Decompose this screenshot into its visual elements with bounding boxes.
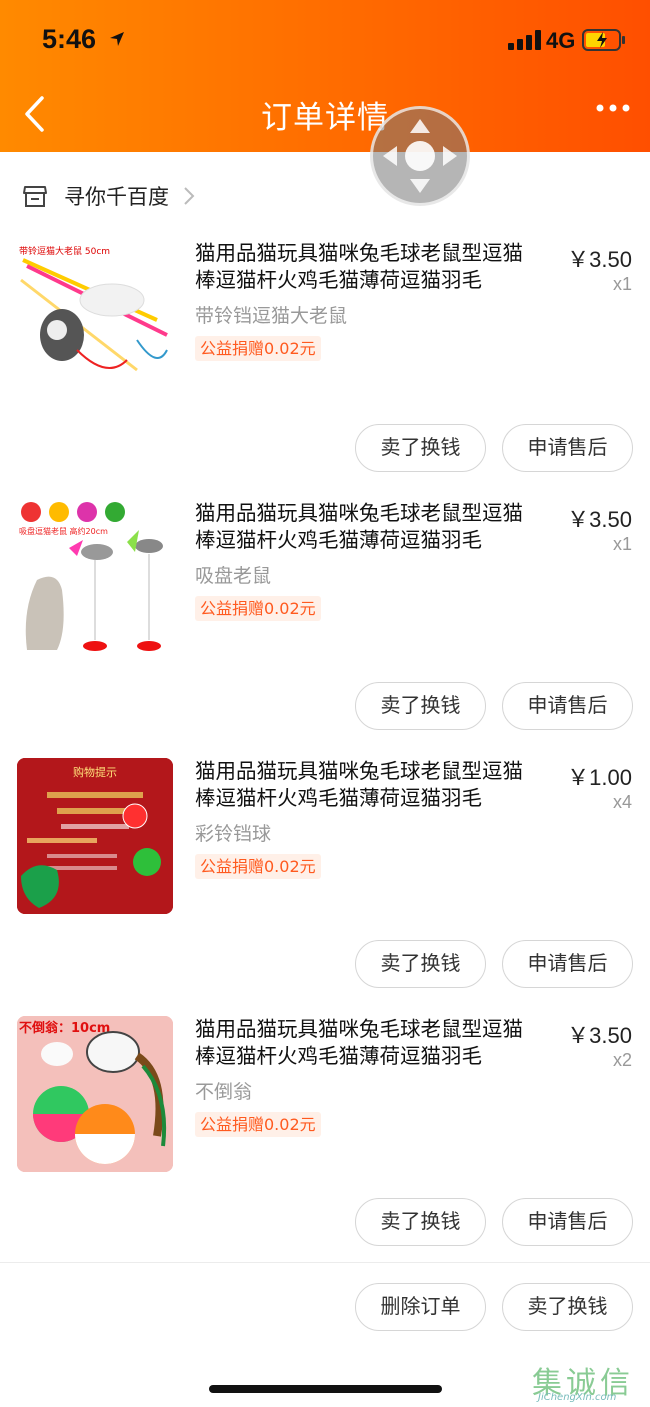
product-sku: 带铃铛逗猫大老鼠 <box>195 305 348 327</box>
after-sales-button[interactable]: 申请售后 <box>502 682 633 730</box>
chevron-right-icon <box>184 187 195 205</box>
home-indicator[interactable] <box>209 1385 442 1393</box>
dpad-icon <box>383 119 457 193</box>
status-time: 5:46 <box>42 24 97 54</box>
charity-badge: 公益捐赠0.02元 <box>195 1112 321 1137</box>
order-item[interactable]: 吸盘逗猫老鼠 高约20cm 猫用品猫玩具猫咪兔毛球老鼠型逗猫棒逗猫杆火鸡毛猫薄荷… <box>0 500 650 758</box>
after-sales-button[interactable]: 申请售后 <box>502 1198 633 1246</box>
product-title[interactable]: 猫用品猫玩具猫咪兔毛球老鼠型逗猫棒逗猫杆火鸡毛猫薄荷逗猫羽毛 <box>195 500 543 554</box>
order-item[interactable]: 带铃逗猫大老鼠 50cm 猫用品猫玩具猫咪兔毛球老鼠型逗猫棒逗猫杆火鸡毛猫薄荷逗… <box>0 240 650 498</box>
tumbler-toy-image: 不倒翁：10cm <box>17 1016 173 1172</box>
sell-for-cash-button[interactable]: 卖了换钱 <box>355 940 486 988</box>
sell-for-cash-button[interactable]: 卖了换钱 <box>502 1283 633 1331</box>
product-price: ￥3.50 <box>567 507 632 532</box>
product-title[interactable]: 猫用品猫玩具猫咪兔毛球老鼠型逗猫棒逗猫杆火鸡毛猫薄荷逗猫羽毛 <box>195 1016 543 1070</box>
product-thumbnail[interactable]: 购物提示 <box>17 758 173 914</box>
location-arrow-icon <box>110 32 124 46</box>
more-dots-icon[interactable] <box>596 103 630 113</box>
product-quantity: x1 <box>612 274 632 294</box>
signal-icon <box>508 30 541 50</box>
shop-row[interactable]: 寻你千百度 <box>22 176 195 216</box>
cat-teaser-mouse-image: 带铃逗猫大老鼠 50cm <box>17 240 173 396</box>
order-item[interactable]: 购物提示 猫用品猫玩具猫咪兔毛球老鼠型逗猫棒逗猫杆火鸡毛猫薄荷逗猫羽毛 彩铃铛球… <box>0 758 650 1016</box>
after-sales-button[interactable]: 申请售后 <box>502 424 633 472</box>
bell-ball-image: 购物提示 <box>17 758 173 914</box>
product-thumbnail[interactable]: 不倒翁：10cm <box>17 1016 173 1172</box>
sell-for-cash-button[interactable]: 卖了换钱 <box>355 424 486 472</box>
footer-divider <box>0 1262 650 1263</box>
thumb-caption: 购物提示 <box>73 765 117 779</box>
thumb-caption: 不倒翁：10cm <box>19 1020 110 1036</box>
after-sales-button[interactable]: 申请售后 <box>502 940 633 988</box>
sell-for-cash-button[interactable]: 卖了换钱 <box>355 1198 486 1246</box>
battery-icon <box>582 29 625 51</box>
charity-badge: 公益捐赠0.02元 <box>195 596 321 621</box>
product-sku: 不倒翁 <box>195 1081 253 1103</box>
product-sku: 吸盘老鼠 <box>195 565 272 587</box>
network-type: 4G <box>546 28 576 53</box>
delete-order-button[interactable]: 删除订单 <box>355 1283 486 1331</box>
product-thumbnail[interactable]: 带铃逗猫大老鼠 50cm <box>17 240 173 396</box>
product-quantity: x4 <box>612 792 632 812</box>
charity-badge: 公益捐赠0.02元 <box>195 336 321 361</box>
product-thumbnail[interactable]: 吸盘逗猫老鼠 高约20cm <box>17 500 173 656</box>
charity-badge: 公益捐赠0.02元 <box>195 854 321 879</box>
store-icon <box>23 186 47 207</box>
product-price: ￥3.50 <box>567 247 632 272</box>
product-price: ￥3.50 <box>567 1023 632 1048</box>
shop-name: 寻你千百度 <box>64 185 169 209</box>
product-sku: 彩铃铛球 <box>195 823 272 845</box>
thumb-caption: 带铃逗猫大老鼠 50cm <box>19 245 110 257</box>
thumb-caption: 吸盘逗猫老鼠 高约20cm <box>19 526 108 536</box>
page-title: 订单详情 <box>261 100 389 136</box>
product-price: ￥1.00 <box>567 765 632 790</box>
floating-dpad-control[interactable] <box>370 106 470 206</box>
product-title[interactable]: 猫用品猫玩具猫咪兔毛球老鼠型逗猫棒逗猫杆火鸡毛猫薄荷逗猫羽毛 <box>195 240 543 294</box>
watermark-url: JiChengXin.com <box>538 1392 617 1403</box>
order-item[interactable]: 不倒翁：10cm 猫用品猫玩具猫咪兔毛球老鼠型逗猫棒逗猫杆火鸡毛猫薄荷逗猫羽毛 … <box>0 1016 650 1274</box>
nav-header: 5:46 4G 订单详情 <box>0 0 650 152</box>
product-quantity: x1 <box>612 534 632 554</box>
suction-mouse-image: 吸盘逗猫老鼠 高约20cm <box>17 500 173 656</box>
sell-for-cash-button[interactable]: 卖了换钱 <box>355 682 486 730</box>
product-title[interactable]: 猫用品猫玩具猫咪兔毛球老鼠型逗猫棒逗猫杆火鸡毛猫薄荷逗猫羽毛 <box>195 758 543 812</box>
product-quantity: x2 <box>612 1050 632 1070</box>
